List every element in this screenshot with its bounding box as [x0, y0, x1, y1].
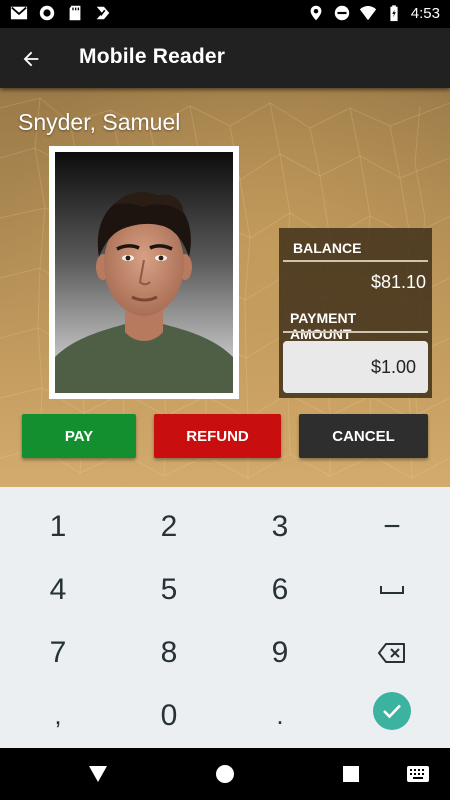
person-name: Snyder, Samuel — [18, 109, 181, 135]
profile-photo — [49, 146, 239, 399]
key-space[interactable] — [336, 558, 448, 621]
keyboard-icon — [407, 766, 429, 782]
do-not-disturb-icon — [334, 5, 349, 21]
home-circle-icon — [216, 765, 234, 783]
check-icon — [383, 704, 401, 718]
key-3[interactable]: 3 — [224, 495, 336, 558]
status-time: 4:53 — [410, 4, 440, 22]
divider — [283, 331, 428, 333]
page-title: Mobile Reader — [79, 45, 226, 68]
key-0[interactable]: 0 — [113, 684, 225, 747]
task-icon — [96, 6, 110, 20]
arrow-back-icon — [23, 51, 39, 67]
status-bar: 4:53 — [0, 0, 450, 28]
balance-label: BALANCE — [293, 240, 362, 256]
key-done[interactable] — [336, 679, 448, 742]
system-nav-bar — [0, 748, 450, 800]
key-1[interactable]: 1 — [2, 495, 114, 558]
gmail-icon — [10, 6, 28, 20]
numeric-keyboard: 1 2 3 − 4 5 6 7 8 9 , 0 . — [0, 487, 450, 748]
divider — [283, 260, 428, 262]
key-period[interactable]: . — [224, 684, 336, 747]
key-9[interactable]: 9 — [224, 621, 336, 684]
nav-back-button[interactable] — [81, 758, 115, 790]
back-triangle-icon — [89, 766, 107, 782]
cancel-button[interactable]: CANCEL — [299, 414, 428, 458]
record-icon — [39, 5, 55, 21]
recents-square-icon — [343, 766, 359, 782]
key-backspace[interactable] — [336, 621, 448, 684]
nav-keyboard-button[interactable] — [401, 758, 435, 790]
back-button[interactable] — [14, 42, 48, 76]
battery-icon — [390, 5, 398, 22]
refund-button[interactable]: REFUND — [154, 414, 281, 458]
balance-panel: BALANCE $81.10 PAYMENT AMOUNT $1.00 — [279, 228, 432, 398]
done-button[interactable] — [373, 691, 411, 730]
nav-home-button[interactable] — [208, 758, 242, 790]
pay-button[interactable]: PAY — [22, 414, 136, 458]
sd-card-icon — [69, 5, 81, 21]
payment-amount-input[interactable]: $1.00 — [283, 341, 428, 393]
balance-value: $81.10 — [370, 272, 426, 292]
key-7[interactable]: 7 — [2, 621, 114, 684]
key-8[interactable]: 8 — [113, 621, 225, 684]
key-5[interactable]: 5 — [113, 558, 225, 621]
portrait-image — [55, 152, 233, 393]
space-icon — [380, 585, 404, 594]
location-icon — [310, 5, 322, 21]
key-minus[interactable]: − — [336, 495, 448, 558]
key-6[interactable]: 6 — [224, 558, 336, 621]
reader-content: Snyder, Samuel BALANCE $81.10 PAYMENT AM… — [0, 88, 450, 487]
key-2[interactable]: 2 — [113, 495, 225, 558]
key-4[interactable]: 4 — [2, 558, 114, 621]
wifi-icon — [359, 6, 376, 21]
app-bar: Mobile Reader — [0, 28, 450, 88]
backspace-icon — [378, 642, 405, 663]
payment-amount-label: PAYMENT AMOUNT — [290, 310, 357, 342]
key-comma[interactable]: , — [2, 684, 114, 747]
nav-recents-button[interactable] — [334, 758, 368, 790]
